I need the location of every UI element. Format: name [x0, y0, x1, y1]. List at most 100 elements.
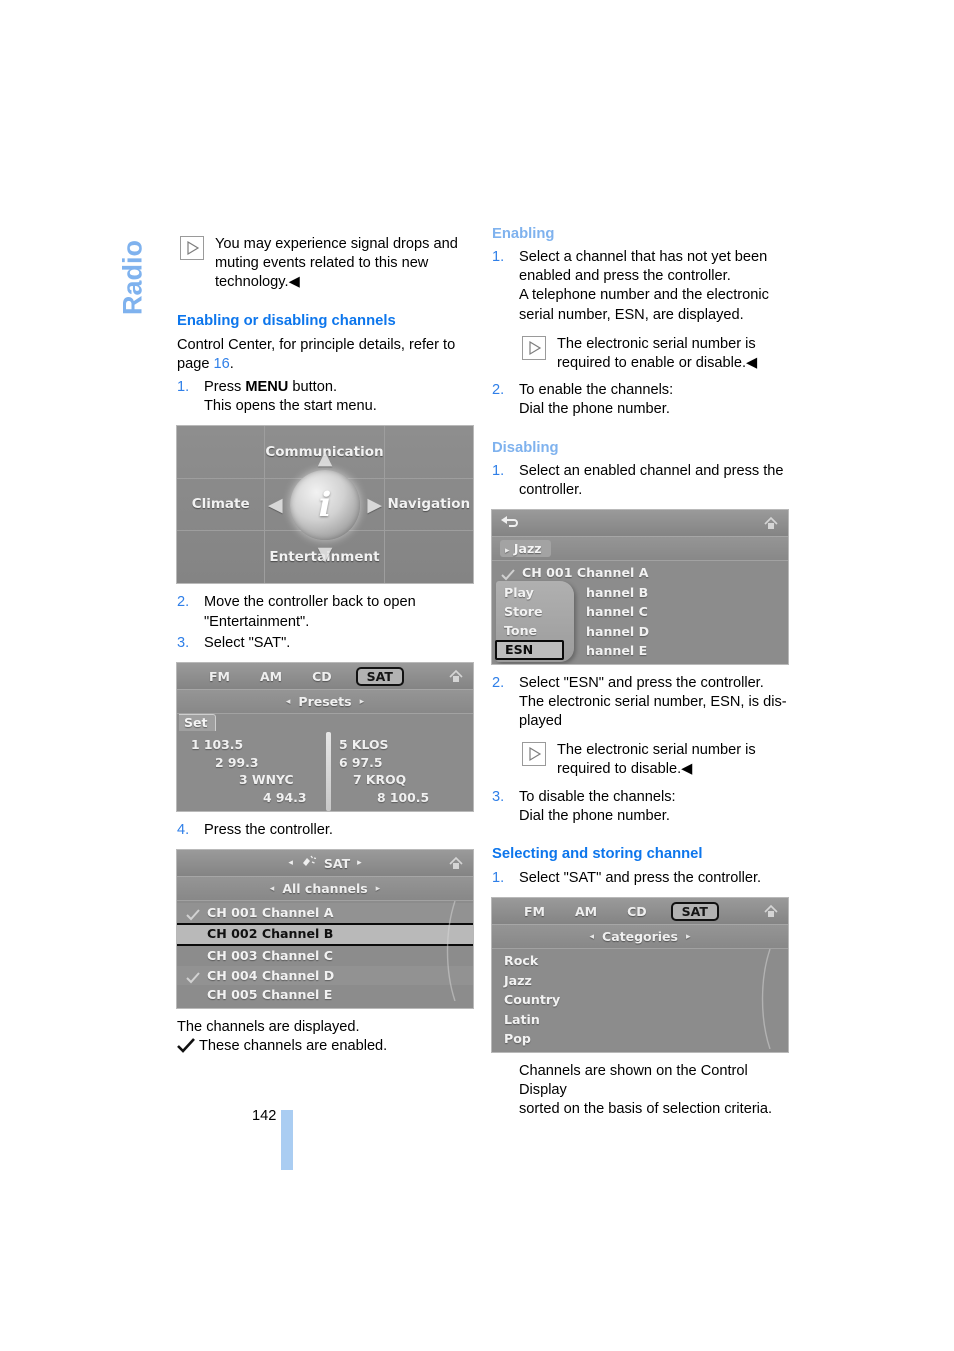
step-line-2: Dial the phone number. — [519, 807, 670, 824]
screenshot-all-channels: ◂ SAT ▸ ◂ All channels ▸ CH 001 Channel … — [177, 850, 473, 1008]
start-menu-cell-center[interactable] — [265, 478, 385, 532]
note-triangle-icon — [180, 236, 204, 260]
presets-subtitle: Presets — [298, 694, 352, 710]
start-menu-cell-communication[interactable]: Communication — [265, 426, 385, 479]
preset-6[interactable]: 6 97.5 — [325, 754, 473, 772]
list-item[interactable]: Jazz — [492, 971, 788, 991]
preset-8[interactable]: 8 100.5 — [325, 789, 473, 807]
home-icon[interactable] — [761, 901, 781, 921]
presets-subtitle-bar: ◂ Presets ▸ — [177, 690, 473, 715]
menu-item-esn[interactable]: ESN — [495, 640, 564, 661]
tab-fm[interactable]: FM — [524, 904, 545, 919]
list-item: 2. Move the controller back to open "Ent… — [177, 593, 477, 631]
tab-cd[interactable]: CD — [312, 669, 332, 684]
start-menu-cell-climate[interactable]: Climate — [177, 478, 266, 532]
step-line-3: A telephone number and the electronic — [519, 287, 769, 304]
section-heading-selecting-storing: Selecting and storing channel — [492, 845, 703, 862]
list-item[interactable]: CH 005 Channel E — [177, 985, 473, 1005]
chevron-left-icon[interactable]: ◂ — [286, 697, 291, 707]
step-line-3: played — [519, 712, 563, 729]
channels-displayed-text: The channels are displayed. — [177, 1018, 360, 1035]
preset-3[interactable]: 3 WNYC — [177, 771, 325, 789]
preset-2[interactable]: 2 99.3 — [177, 754, 325, 772]
list-item[interactable]: Country — [492, 990, 788, 1010]
section-heading-enabling-disabling: Enabling or disabling channels — [177, 312, 396, 329]
list-item[interactable]: Rock — [492, 951, 788, 971]
channels-enabled-label: These channels are enabled. — [199, 1037, 388, 1054]
step-line-1: To enable the channels: — [519, 382, 674, 399]
preset-5[interactable]: 5 KLOS — [325, 736, 473, 754]
menu-item-store[interactable]: Store — [496, 602, 574, 621]
chevron-right-icon[interactable]: ▸ — [686, 932, 691, 942]
preset-4[interactable]: 4 94.3 — [177, 789, 325, 807]
categories-closing-text: Channels are shown on the Control Displa… — [492, 1062, 792, 1120]
chevron-left-icon[interactable]: ◂ — [270, 884, 275, 894]
category-label: Pop — [504, 1031, 531, 1047]
channel-label: CH 001 Channel A — [522, 565, 649, 581]
step-list-disabling-2: 2. Select "ESN" and press the controller… — [492, 674, 792, 732]
list-item[interactable]: CH 001 Channel A — [492, 563, 788, 583]
all-channels-subtitle-bar: ◂ All channels ▸ — [177, 877, 473, 902]
list-item[interactable]: CH 001 Channel A — [177, 903, 473, 923]
start-menu-cell-entertainment[interactable]: Entertainment — [265, 531, 385, 584]
step-line-1: To disable the channels: — [519, 788, 676, 805]
step-line-2: The electronic serial number, ESN, is di… — [519, 693, 787, 710]
checkmark-icon — [177, 1038, 195, 1054]
list-item[interactable]: CH 004 Channel D — [177, 965, 473, 986]
step-line-4: serial number, ESN, are displayed. — [519, 306, 744, 323]
tab-am[interactable]: AM — [575, 904, 597, 919]
menu-item-play[interactable]: Play — [496, 583, 574, 602]
tab-sat[interactable]: SAT — [355, 666, 404, 686]
list-item: 3. To disable the channels: Dial the pho… — [492, 788, 792, 826]
tab-cd[interactable]: CD — [627, 904, 647, 919]
tab-sat[interactable]: SAT — [670, 901, 719, 921]
preset-1[interactable]: 1 103.5 — [177, 736, 325, 754]
scroll-indicator[interactable] — [756, 948, 776, 1052]
presets-body: Set 1 103.5 5 KLOS 2 99.3 6 97.5 3 WNYC … — [177, 714, 473, 812]
intro-note: You may experience signal drops and muti… — [177, 235, 477, 293]
chevron-right-icon[interactable]: ▸ — [376, 884, 381, 894]
chapter-tab: Radio — [103, 222, 163, 332]
category-chip-bar: ▸ Jazz — [492, 537, 788, 562]
screenshot-categories: FM AM CD SAT ◂ Categories ▸ Rock Jazz Co… — [492, 898, 788, 1052]
home-icon[interactable] — [446, 666, 466, 686]
step-number: 2. — [177, 594, 190, 611]
chevron-right-icon: ▸ — [505, 546, 510, 557]
step-number: 3. — [177, 634, 190, 651]
enabling-note: The electronic serial number is required… — [519, 335, 792, 373]
list-item: 1. Select an enabled channel and press t… — [492, 462, 792, 500]
category-chip-jazz[interactable]: ▸ Jazz — [500, 540, 551, 558]
chevron-right-icon[interactable]: ▸ — [357, 858, 362, 868]
list-item: 2. Select "ESN" and press the controller… — [492, 674, 792, 732]
channels-enabled-text: These channels are enabled. — [177, 1037, 477, 1056]
tab-am[interactable]: AM — [260, 669, 282, 684]
chevron-left-icon[interactable]: ◂ — [288, 858, 293, 868]
step-list-left-2: 2. Move the controller back to open "Ent… — [177, 593, 477, 653]
home-icon[interactable] — [446, 853, 466, 873]
channel-label: CH 003 Channel C — [207, 948, 333, 964]
list-item: 1. Press MENU button. This opens the sta… — [177, 378, 477, 416]
page-number: 142 — [252, 1108, 277, 1124]
back-arrow-icon[interactable] — [500, 514, 520, 532]
list-item[interactable]: CH 003 Channel C — [177, 946, 473, 966]
left-column: You may experience signal drops and muti… — [177, 225, 477, 1056]
page-reference-link[interactable]: 16 — [214, 356, 230, 372]
list-item[interactable]: Latin — [492, 1010, 788, 1030]
start-menu-cell-navigation[interactable]: Navigation — [384, 479, 473, 532]
preset-7[interactable]: 7 KROQ — [325, 771, 473, 789]
chevron-left-icon[interactable]: ◂ — [589, 932, 594, 942]
scroll-indicator[interactable] — [441, 901, 461, 1008]
list-item[interactable]: CH 002 Channel B — [177, 922, 473, 947]
list-item[interactable]: Pop — [492, 1029, 788, 1049]
step-text-line2: This opens the start menu. — [204, 398, 377, 415]
channel-label: hannel B — [586, 584, 649, 600]
set-button[interactable]: Set — [179, 714, 217, 732]
tab-fm[interactable]: FM — [209, 669, 230, 684]
screenshot-esn-popup: ▸ Jazz CH 001 Channel A hannel B hannel … — [492, 510, 788, 664]
step-list-enabling-2: 2. To enable the channels: Dial the phon… — [492, 381, 792, 419]
chevron-right-icon[interactable]: ▸ — [360, 697, 365, 707]
menu-item-tone[interactable]: Tone — [496, 621, 574, 640]
checkmark-icon — [501, 567, 515, 581]
home-icon[interactable] — [761, 513, 781, 533]
page-marker-bar — [281, 1110, 293, 1170]
